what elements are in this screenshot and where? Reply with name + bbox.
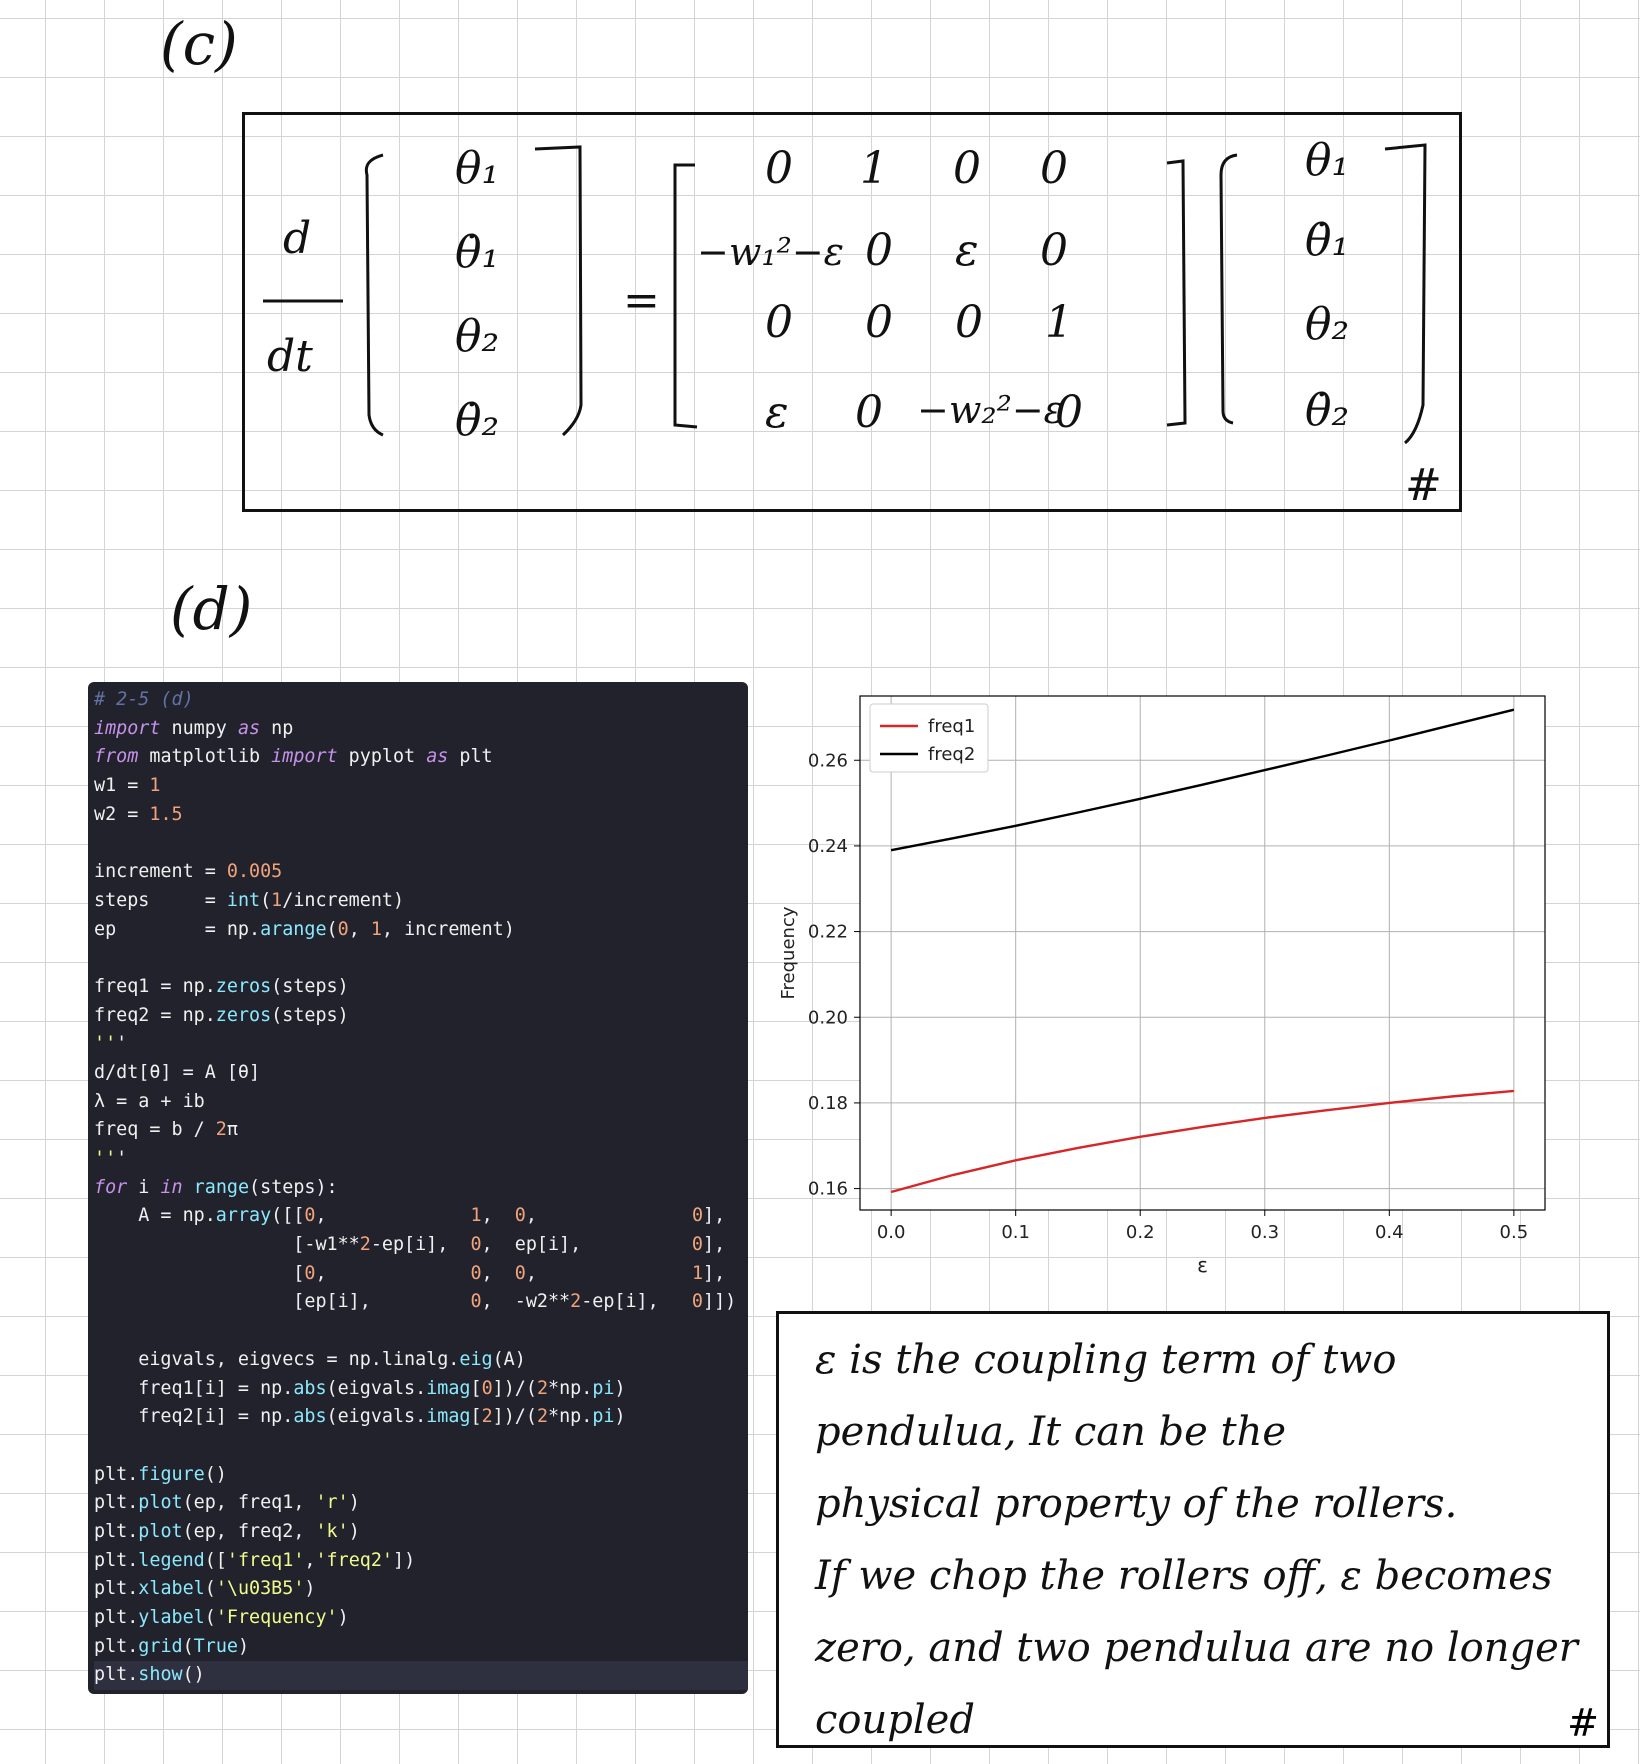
matrix-cell: 0 bbox=[865, 225, 893, 276]
code-line: steps = int(1/increment) bbox=[94, 889, 405, 911]
y-tick-label: 0.18 bbox=[808, 1093, 848, 1114]
answer-end-mark: # bbox=[1567, 1701, 1599, 1745]
code-line: freq2 = np.zeros(steps) bbox=[94, 1004, 349, 1026]
x-tick-label: 0.3 bbox=[1250, 1222, 1279, 1243]
eq-rhs-entry-1: θ₁ bbox=[1305, 135, 1349, 186]
code-line: plt.grid(True) bbox=[94, 1635, 250, 1657]
answer-box: ε is the coupling term of two pendulua, … bbox=[776, 1311, 1610, 1748]
code-line: w2 = 1.5 bbox=[94, 803, 183, 825]
answer-line: pendulua, It can be the bbox=[815, 1409, 1287, 1455]
eq-rhs-entry-2: θ̇₁ bbox=[1305, 215, 1349, 266]
code-block: # 2-5 (d) import numpy as np from matplotl… bbox=[88, 682, 748, 1691]
matrix-cell: ε bbox=[955, 225, 979, 276]
code-line: plt.show() bbox=[94, 1661, 748, 1691]
y-tick-label: 0.16 bbox=[808, 1179, 848, 1200]
code-line: λ = a + ib bbox=[94, 1090, 205, 1112]
legend-label: freq1 bbox=[928, 716, 975, 737]
x-tick-label: 0.4 bbox=[1375, 1222, 1404, 1243]
eq-lhs-numerator: d bbox=[283, 213, 311, 264]
code-line: [-w1**2-ep[i], 0, ep[i], 0], bbox=[94, 1234, 726, 1256]
system-matrix: 0 1 0 0 −w₁²−ε 0 ε 0 0 0 0 1 ε 0 −w₂²−ε … bbox=[697, 143, 1083, 438]
eq-rhs-entry-3: θ₂ bbox=[1305, 299, 1349, 350]
code-line: from matplotlib import pyplot as plt bbox=[94, 746, 493, 768]
x-tick-label: 0.1 bbox=[1001, 1222, 1030, 1243]
matrix-cell: 1 bbox=[1045, 297, 1073, 348]
code-line: freq1[i] = np.abs(eigvals.imag[0])/(2*np… bbox=[94, 1377, 626, 1399]
answer-line: If we chop the rollers off, ε becomes bbox=[815, 1553, 1553, 1599]
code-line: import numpy as np bbox=[94, 717, 294, 739]
eq-lhs-entry-1: θ₁ bbox=[455, 143, 499, 194]
matrix-cell: ε bbox=[765, 387, 789, 438]
eq-equals-sign: = bbox=[623, 275, 660, 326]
x-axis-label: ε bbox=[1197, 1253, 1208, 1277]
code-line: plt.legend(['freq1','freq2']) bbox=[94, 1549, 416, 1571]
matrix-cell: 0 bbox=[953, 143, 981, 194]
answer-line: zero, and two pendulua are no longer bbox=[815, 1625, 1578, 1671]
part-d-label: (d) bbox=[170, 575, 253, 643]
matrix-cell: 0 bbox=[765, 143, 793, 194]
code-line: freq = b / 2π bbox=[94, 1119, 238, 1141]
eq-lhs-entry-2: θ̇₁ bbox=[455, 227, 499, 278]
x-tick-label: 0.2 bbox=[1126, 1222, 1155, 1243]
code-line: plt.ylabel('Frequency') bbox=[94, 1607, 349, 1628]
answer-line: physical property of the rollers. bbox=[815, 1481, 1458, 1527]
matrix-cell: −w₁²−ε bbox=[697, 230, 844, 274]
code-line: ''' bbox=[94, 1148, 128, 1169]
frequency-chart: 0.0 0.1 0.2 0.3 0.4 0.5 0.16 0.18 0.20 0.22 0.24 0.… bbox=[770, 688, 1570, 1278]
answer-text: ε is the coupling term of two pendulua, … bbox=[815, 1324, 1605, 1756]
y-tick-label: 0.26 bbox=[808, 750, 848, 771]
plot-area bbox=[860, 696, 1545, 1210]
matrix-cell: 0 bbox=[765, 297, 793, 348]
matrix-cell: 1 bbox=[860, 143, 888, 194]
matrix-cell: 0 bbox=[1040, 143, 1068, 194]
code-line: ep = np.arange(0, 1, increment) bbox=[94, 918, 515, 940]
state-equation: d dt θ₁ θ̇₁ θ₂ θ̇₂ = 0 1 0 0 −w₁²−ε 0 ε … bbox=[263, 135, 1442, 511]
code-line: increment = 0.005 bbox=[94, 861, 283, 883]
equation-box: d dt θ₁ θ̇₁ θ₂ θ̇₂ = 0 1 0 0 −w₁²−ε 0 ε … bbox=[242, 112, 1462, 512]
code-line: # 2-5 (d) bbox=[94, 689, 194, 710]
code-line: A = np.array([[0, 1, 0, 0], bbox=[94, 1205, 726, 1227]
matrix-cell: 0 bbox=[855, 387, 883, 438]
code-editor-panel: # 2-5 (d) import numpy as np from matplotl… bbox=[88, 682, 748, 1694]
y-tick-label: 0.20 bbox=[808, 1007, 848, 1028]
chart-svg: 0.0 0.1 0.2 0.3 0.4 0.5 0.16 0.18 0.20 0.22 0.24 0.… bbox=[778, 695, 1546, 1277]
code-line: [0, 0, 0, 1], bbox=[94, 1262, 726, 1284]
matrix-cell: −w₂²−ε bbox=[917, 388, 1064, 432]
code-line: d/dt[θ] = A [θ] bbox=[94, 1061, 261, 1083]
code-line: plt.plot(ep, freq1, 'r') bbox=[94, 1492, 360, 1514]
matrix-cell: 0 bbox=[1040, 225, 1068, 276]
x-tick-label: 0.5 bbox=[1500, 1222, 1529, 1243]
legend-label: freq2 bbox=[928, 744, 975, 765]
matrix-cell: 0 bbox=[865, 297, 893, 348]
y-axis-label: Frequency bbox=[778, 906, 799, 999]
eq-rhs-entry-4: θ̇₂ bbox=[1305, 385, 1349, 436]
code-line: w1 = 1 bbox=[94, 775, 161, 797]
code-line: freq1 = np.zeros(steps) bbox=[94, 975, 349, 997]
code-line: [ep[i], 0, -w2**2-ep[i], 0]]) bbox=[94, 1291, 737, 1313]
code-line: freq2[i] = np.abs(eigvals.imag[2])/(2*np… bbox=[94, 1406, 626, 1428]
y-tick-label: 0.22 bbox=[808, 922, 848, 943]
eq-end-mark: # bbox=[1405, 460, 1442, 511]
y-tick-label: 0.24 bbox=[808, 836, 848, 857]
answer-line: coupled bbox=[815, 1697, 975, 1743]
matrix-cell: 0 bbox=[955, 297, 983, 348]
code-line: plt.xlabel('\u03B5') bbox=[94, 1578, 316, 1600]
code-line: for i in range(steps): bbox=[94, 1176, 338, 1198]
matrix-cell: 0 bbox=[1055, 387, 1083, 438]
code-line: eigvals, eigvecs = np.linalg.eig(A) bbox=[94, 1348, 526, 1370]
x-tick-label: 0.0 bbox=[877, 1222, 906, 1243]
eq-lhs-entry-3: θ₂ bbox=[455, 311, 499, 362]
eq-lhs-entry-4: θ̇₂ bbox=[455, 395, 499, 446]
code-line: plt.figure() bbox=[94, 1463, 227, 1485]
eq-lhs-denominator: dt bbox=[267, 331, 313, 382]
part-c-label: (c) bbox=[160, 10, 238, 78]
code-line: plt.plot(ep, freq2, 'k') bbox=[94, 1520, 360, 1542]
code-line: ''' bbox=[94, 1033, 128, 1055]
answer-line: ε is the coupling term of two bbox=[815, 1337, 1397, 1383]
